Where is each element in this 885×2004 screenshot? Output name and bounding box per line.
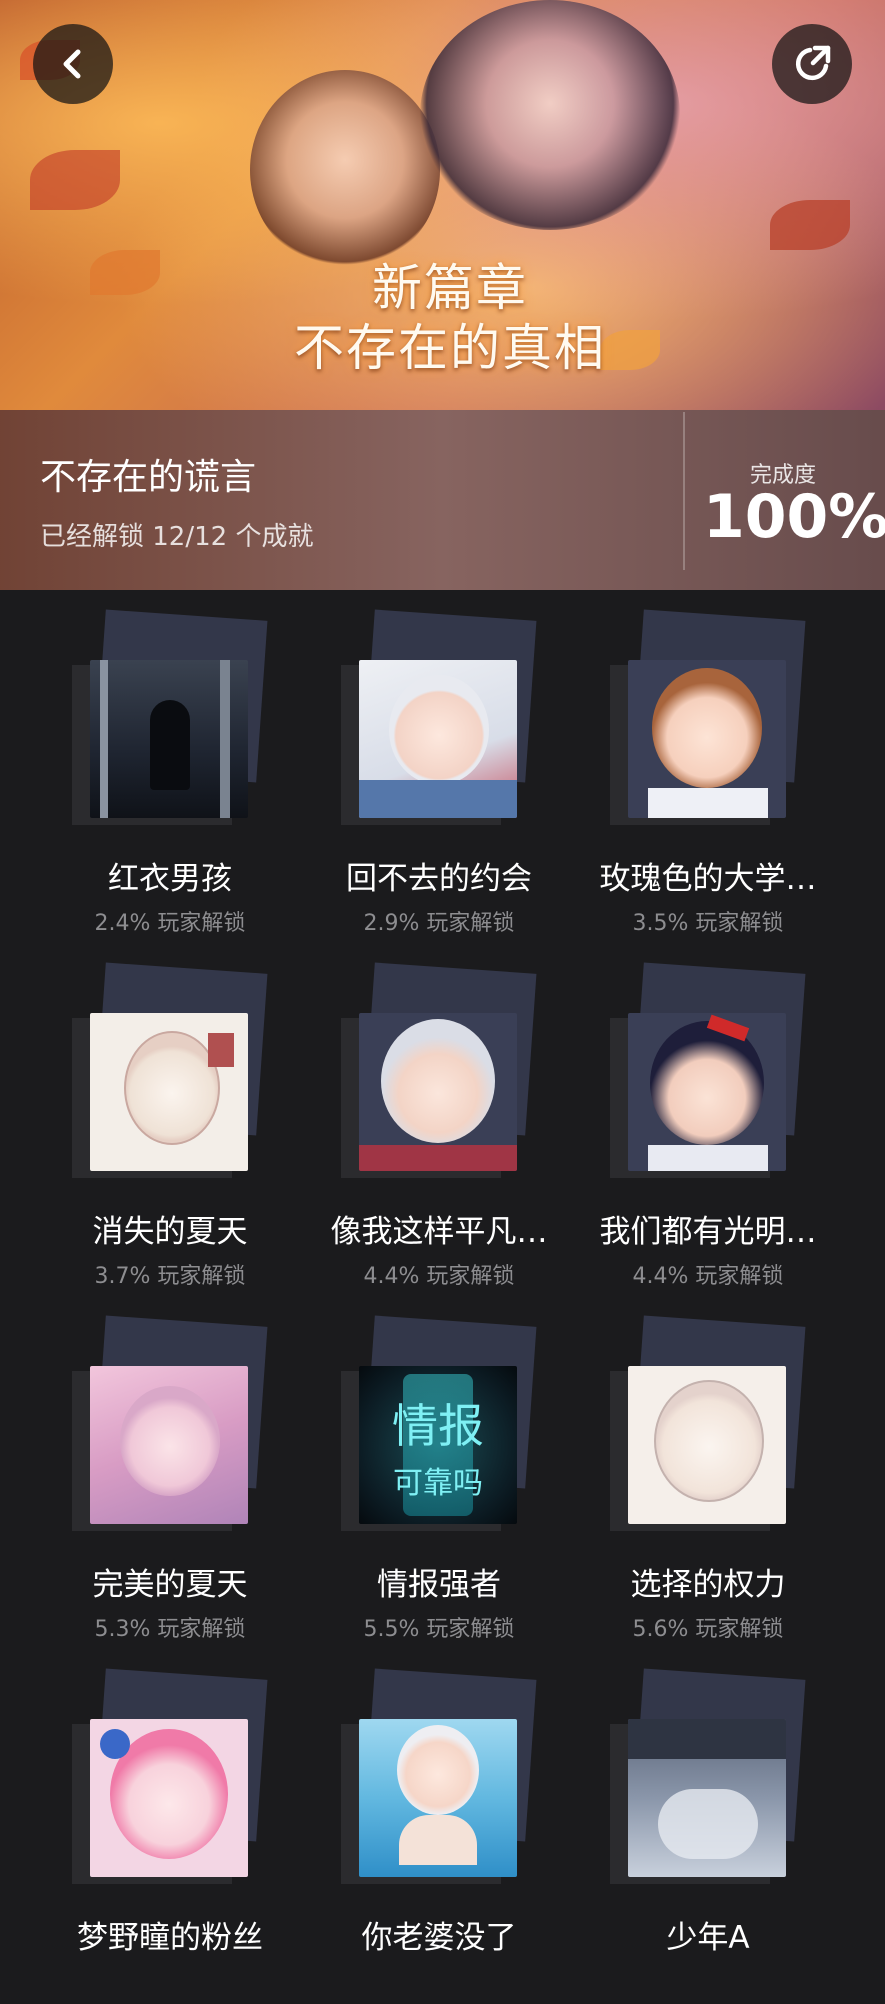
leaf-decoration — [30, 150, 120, 210]
achievement-name: 选择的权力 — [630, 1567, 786, 1603]
chevron-left-icon — [63, 49, 81, 79]
achievement-rate: 3.5% 玩家解锁 — [632, 911, 784, 936]
achievement-card[interactable]: 选择的权力 5.6% 玩家解锁 — [538, 1315, 808, 1651]
achievement-art — [359, 1719, 517, 1877]
leaf-decoration — [90, 250, 160, 295]
banner-title-line1: 新篇章 — [372, 259, 528, 317]
divider — [683, 412, 685, 570]
leaf-decoration — [770, 200, 850, 250]
banner-title: 新篇章 不存在的真相 — [230, 258, 670, 378]
art-text: 可靠吗 — [393, 1466, 483, 1501]
achievement-art: 情报 可靠吗 — [359, 1366, 517, 1524]
achievement-art — [628, 1013, 786, 1171]
achievement-card[interactable]: 情报 可靠吗 情报强者 5.5% 玩家解锁 — [269, 1315, 539, 1651]
share-icon — [795, 45, 831, 81]
achievement-name: 玫瑰色的大学… — [599, 861, 817, 897]
chapter-banner: 新篇章 不存在的真相 — [0, 0, 885, 410]
achievement-rate: 5.6% 玩家解锁 — [632, 1617, 784, 1642]
achievement-card[interactable]: 少年A — [538, 1668, 808, 2004]
achievement-name: 少年A — [666, 1920, 750, 1956]
achievement-card[interactable]: 回不去的约会 2.9% 玩家解锁 — [269, 609, 539, 945]
banner-title-line2: 不存在的真相 — [294, 319, 606, 377]
achievement-card[interactable]: 你老婆没了 — [269, 1668, 539, 2004]
achievement-rate: 4.4% 玩家解锁 — [632, 1264, 784, 1289]
achievement-art — [90, 660, 248, 818]
share-button[interactable] — [772, 24, 852, 104]
unlocked-count: 已经解锁 12/12 个成就 — [40, 522, 314, 552]
art-text: 情报 — [392, 1399, 484, 1453]
achievement-card[interactable]: 完美的夏天 5.3% 玩家解锁 — [0, 1315, 270, 1651]
achievement-card[interactable]: 玫瑰色的大学… 3.5% 玩家解锁 — [538, 609, 817, 945]
achievement-art — [90, 1719, 248, 1877]
achievement-name: 我们都有光明… — [599, 1214, 817, 1250]
achievement-card[interactable]: 梦野瞳的粉丝 — [0, 1668, 270, 2004]
chapter-title: 不存在的谎言 — [40, 457, 257, 498]
achievement-card[interactable]: 红衣男孩 2.4% 玩家解锁 — [0, 609, 270, 945]
achievement-art — [90, 1013, 248, 1171]
achievement-card[interactable]: 消失的夏天 3.7% 玩家解锁 — [0, 962, 270, 1298]
achievement-card[interactable]: 我们都有光明… 4.4% 玩家解锁 — [538, 962, 817, 1298]
chapter-info-bar: 不存在的谎言 已经解锁 12/12 个成就 完成度 100% — [0, 410, 885, 590]
character-art — [250, 70, 440, 270]
achievement-art — [90, 1366, 248, 1524]
achievement-art — [628, 1719, 786, 1877]
achievement-art — [359, 1013, 517, 1171]
back-button[interactable] — [33, 24, 113, 104]
completion-value: 100% — [703, 482, 885, 552]
achievement-card[interactable]: 像我这样平凡… 4.4% 玩家解锁 — [269, 962, 548, 1298]
achievement-art — [359, 660, 517, 818]
achievement-art — [628, 660, 786, 818]
achievement-art — [628, 1366, 786, 1524]
character-art — [420, 0, 680, 230]
